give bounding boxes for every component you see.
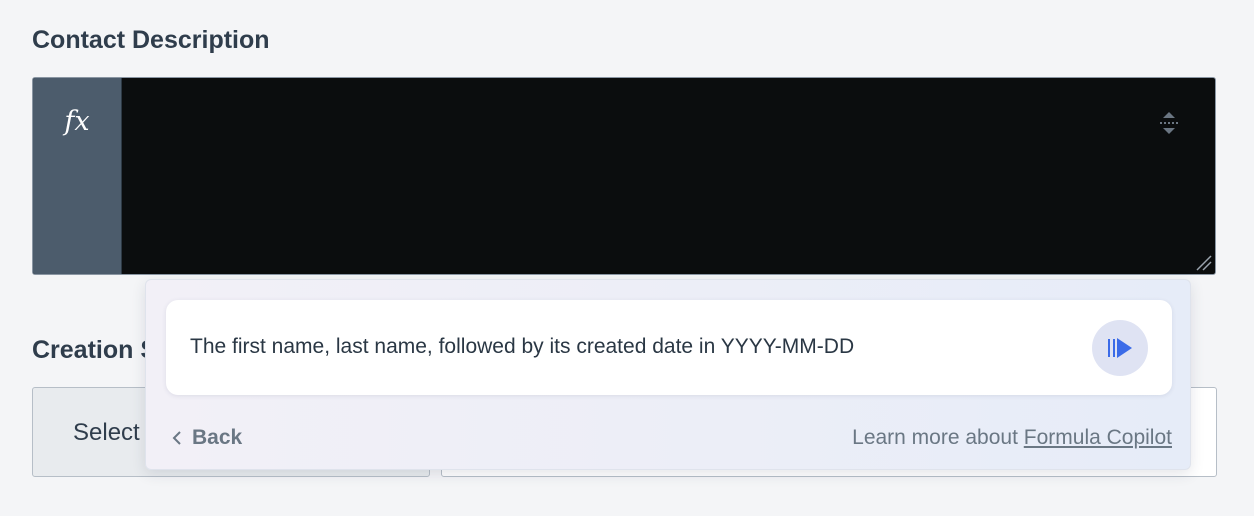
- creation-select-value: Select: [73, 419, 140, 446]
- formula-gutter: fx: [33, 78, 122, 274]
- send-icon: [1108, 338, 1132, 358]
- back-label: Back: [192, 426, 243, 449]
- copilot-prompt-input[interactable]: The first name, last name, followed by i…: [166, 300, 1172, 395]
- fx-icon: fx: [64, 106, 90, 137]
- formula-copilot-panel: The first name, last name, followed by i…: [145, 279, 1191, 470]
- formula-editor[interactable]: fx: [32, 77, 1216, 275]
- back-button[interactable]: Back: [172, 426, 242, 450]
- send-button[interactable]: [1092, 320, 1148, 376]
- chevron-left-icon: [172, 431, 181, 445]
- expand-collapse-icon[interactable]: [1157, 110, 1181, 136]
- creation-section-label: Creation S: [32, 336, 158, 364]
- formula-copilot-link[interactable]: Formula Copilot: [1024, 426, 1172, 449]
- contact-description-label: Contact Description: [32, 26, 270, 54]
- resize-handle-icon[interactable]: [1194, 253, 1212, 271]
- learn-more-prefix: Learn more about: [852, 426, 1018, 449]
- copilot-prompt-text: The first name, last name, followed by i…: [190, 335, 855, 358]
- learn-more-text: Learn more about Formula Copilot: [852, 426, 1172, 450]
